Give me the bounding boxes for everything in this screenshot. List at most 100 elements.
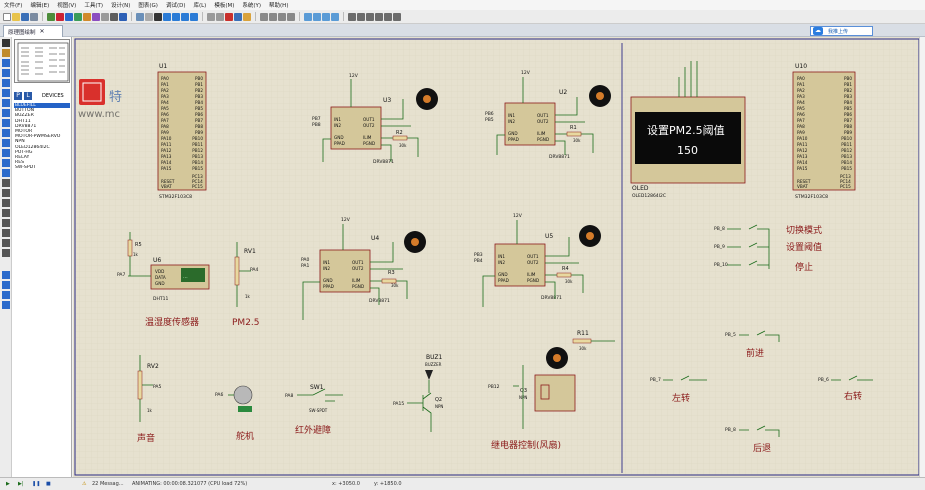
- menu-library[interactable]: 库(L): [189, 1, 210, 9]
- home-icon[interactable]: [47, 12, 55, 21]
- step-icon[interactable]: ▶|: [18, 481, 24, 487]
- schematic-canvas[interactable]: 特 www.mc U1 PA0 PA1 PA2 PA3 PA4 PA5 PA6 PA7 PA8 P…: [73, 37, 921, 477]
- schematic-drawing[interactable]: 特 www.mc U1 PA0PA1PA2PA3PA4PA5PA6PA7PA8P…: [73, 37, 921, 477]
- 3d-icon[interactable]: [74, 12, 82, 21]
- stop-icon[interactable]: ■: [46, 481, 51, 487]
- generator-icon[interactable]: [2, 149, 10, 157]
- junction-icon[interactable]: [2, 59, 10, 67]
- package-tool-icon[interactable]: [322, 12, 330, 21]
- netlist-icon[interactable]: [393, 12, 401, 21]
- zoom-out-icon[interactable]: [172, 12, 180, 21]
- subcircuit-icon[interactable]: [2, 99, 10, 107]
- pick-device-button[interactable]: P: [14, 92, 22, 100]
- paste-icon[interactable]: [243, 12, 251, 21]
- marker-icon[interactable]: [2, 249, 10, 257]
- u10-mcu[interactable]: U10 PA0PA1PA2PA3PA4PA5PA6PA7PA8PA9PA10PA…: [792, 63, 856, 200]
- import-icon[interactable]: [30, 12, 38, 21]
- probe-icon[interactable]: [2, 159, 10, 167]
- grid-icon[interactable]: [136, 12, 144, 21]
- zoom-all-icon[interactable]: [181, 12, 189, 21]
- redo-icon[interactable]: [216, 12, 224, 21]
- wire-autoroute-icon[interactable]: [348, 12, 356, 21]
- origin-icon[interactable]: [145, 12, 153, 21]
- cut-icon[interactable]: [225, 12, 233, 21]
- vertical-scrollbar[interactable]: [919, 37, 925, 477]
- decompose-icon[interactable]: [331, 12, 339, 21]
- menu-graph[interactable]: 图表(G): [134, 1, 162, 9]
- menu-design[interactable]: 设计(N): [107, 1, 134, 9]
- u1-mcu[interactable]: U1 PA0PA1PA2PA3PA4PA5PA6PA7PA8PA9PA10PA1…: [157, 63, 207, 200]
- arc-icon[interactable]: [2, 209, 10, 217]
- zoom-area-icon[interactable]: [190, 12, 198, 21]
- svg-text:IN1: IN1: [498, 254, 505, 259]
- path-icon[interactable]: [2, 219, 10, 227]
- menu-template[interactable]: 模板(M): [210, 1, 238, 9]
- library-button[interactable]: L: [24, 92, 32, 100]
- tab-schematic[interactable]: 原理图绘制 ✕: [3, 25, 63, 37]
- play-icon[interactable]: ▶: [6, 481, 10, 487]
- copy-icon[interactable]: [234, 12, 242, 21]
- pick-device-icon[interactable]: [304, 12, 312, 21]
- menu-edit[interactable]: 编辑(E): [26, 1, 53, 9]
- circle-icon[interactable]: [2, 199, 10, 207]
- save-icon[interactable]: [21, 12, 29, 21]
- close-icon[interactable]: ✕: [40, 28, 45, 35]
- device-pin-icon[interactable]: [2, 119, 10, 127]
- stop-label: 停止: [795, 261, 813, 273]
- undo-icon[interactable]: [207, 12, 215, 21]
- terminal-icon[interactable]: [2, 109, 10, 117]
- graph-icon[interactable]: [2, 129, 10, 137]
- warning-icon[interactable]: ⚠: [82, 481, 86, 487]
- block-delete-icon[interactable]: [287, 12, 295, 21]
- search-tag-icon[interactable]: [357, 12, 365, 21]
- help-icon[interactable]: [119, 12, 127, 21]
- pin-label: PA12: [797, 148, 808, 153]
- cloud-icon: ☁: [813, 27, 823, 35]
- menu-debug[interactable]: 调试(D): [162, 1, 190, 9]
- new-sheet-icon[interactable]: [375, 12, 383, 21]
- component-mode-icon[interactable]: [2, 49, 10, 57]
- menu-tools[interactable]: 工具(T): [80, 1, 107, 9]
- pan-icon[interactable]: [154, 12, 162, 21]
- menu-view[interactable]: 视图(V): [53, 1, 80, 9]
- notes-icon[interactable]: [101, 12, 109, 21]
- pcb-icon[interactable]: [65, 12, 73, 21]
- zoom-in-icon[interactable]: [163, 12, 171, 21]
- block-move-icon[interactable]: [269, 12, 277, 21]
- pin-label: PB11: [192, 142, 203, 147]
- menu-help[interactable]: 帮助(H): [265, 1, 292, 9]
- upload-button[interactable]: ☁ 我推上传: [810, 26, 873, 36]
- select-mode-icon[interactable]: [2, 39, 10, 47]
- pause-icon[interactable]: ❚❚: [32, 481, 40, 487]
- wire-label-icon[interactable]: [2, 69, 10, 77]
- new-icon[interactable]: [3, 12, 11, 21]
- menu-system[interactable]: 系统(Y): [238, 1, 265, 9]
- device-item[interactable]: SW-SPDT: [14, 165, 70, 170]
- schematic-icon[interactable]: [56, 12, 64, 21]
- property-tool-icon[interactable]: [366, 12, 374, 21]
- make-device-icon[interactable]: [313, 12, 321, 21]
- bom-icon[interactable]: [92, 12, 100, 21]
- block-rotate-icon[interactable]: [278, 12, 286, 21]
- rotate-cw-icon[interactable]: [2, 271, 10, 279]
- gerber-icon[interactable]: [83, 12, 91, 21]
- flip-v-icon[interactable]: [2, 301, 10, 309]
- rotate-ccw-icon[interactable]: [2, 281, 10, 289]
- text-icon[interactable]: [2, 229, 10, 237]
- symbol-icon[interactable]: [2, 239, 10, 247]
- bus-icon[interactable]: [2, 89, 10, 97]
- pin-label: PA6: [797, 112, 805, 117]
- pin-label: PB11: [841, 142, 852, 147]
- remove-sheet-icon[interactable]: [384, 12, 392, 21]
- tape-recorder-icon[interactable]: [2, 139, 10, 147]
- instrument-icon[interactable]: [2, 169, 10, 177]
- line-icon[interactable]: [2, 179, 10, 187]
- menu-file[interactable]: 文件(F): [0, 1, 26, 9]
- text-script-icon[interactable]: [2, 79, 10, 87]
- box-icon[interactable]: [2, 189, 10, 197]
- messages-count[interactable]: 22 Messag...: [92, 481, 124, 487]
- open-icon[interactable]: [12, 12, 20, 21]
- block-copy-icon[interactable]: [260, 12, 268, 21]
- flip-h-icon[interactable]: [2, 291, 10, 299]
- code-icon[interactable]: [110, 12, 118, 21]
